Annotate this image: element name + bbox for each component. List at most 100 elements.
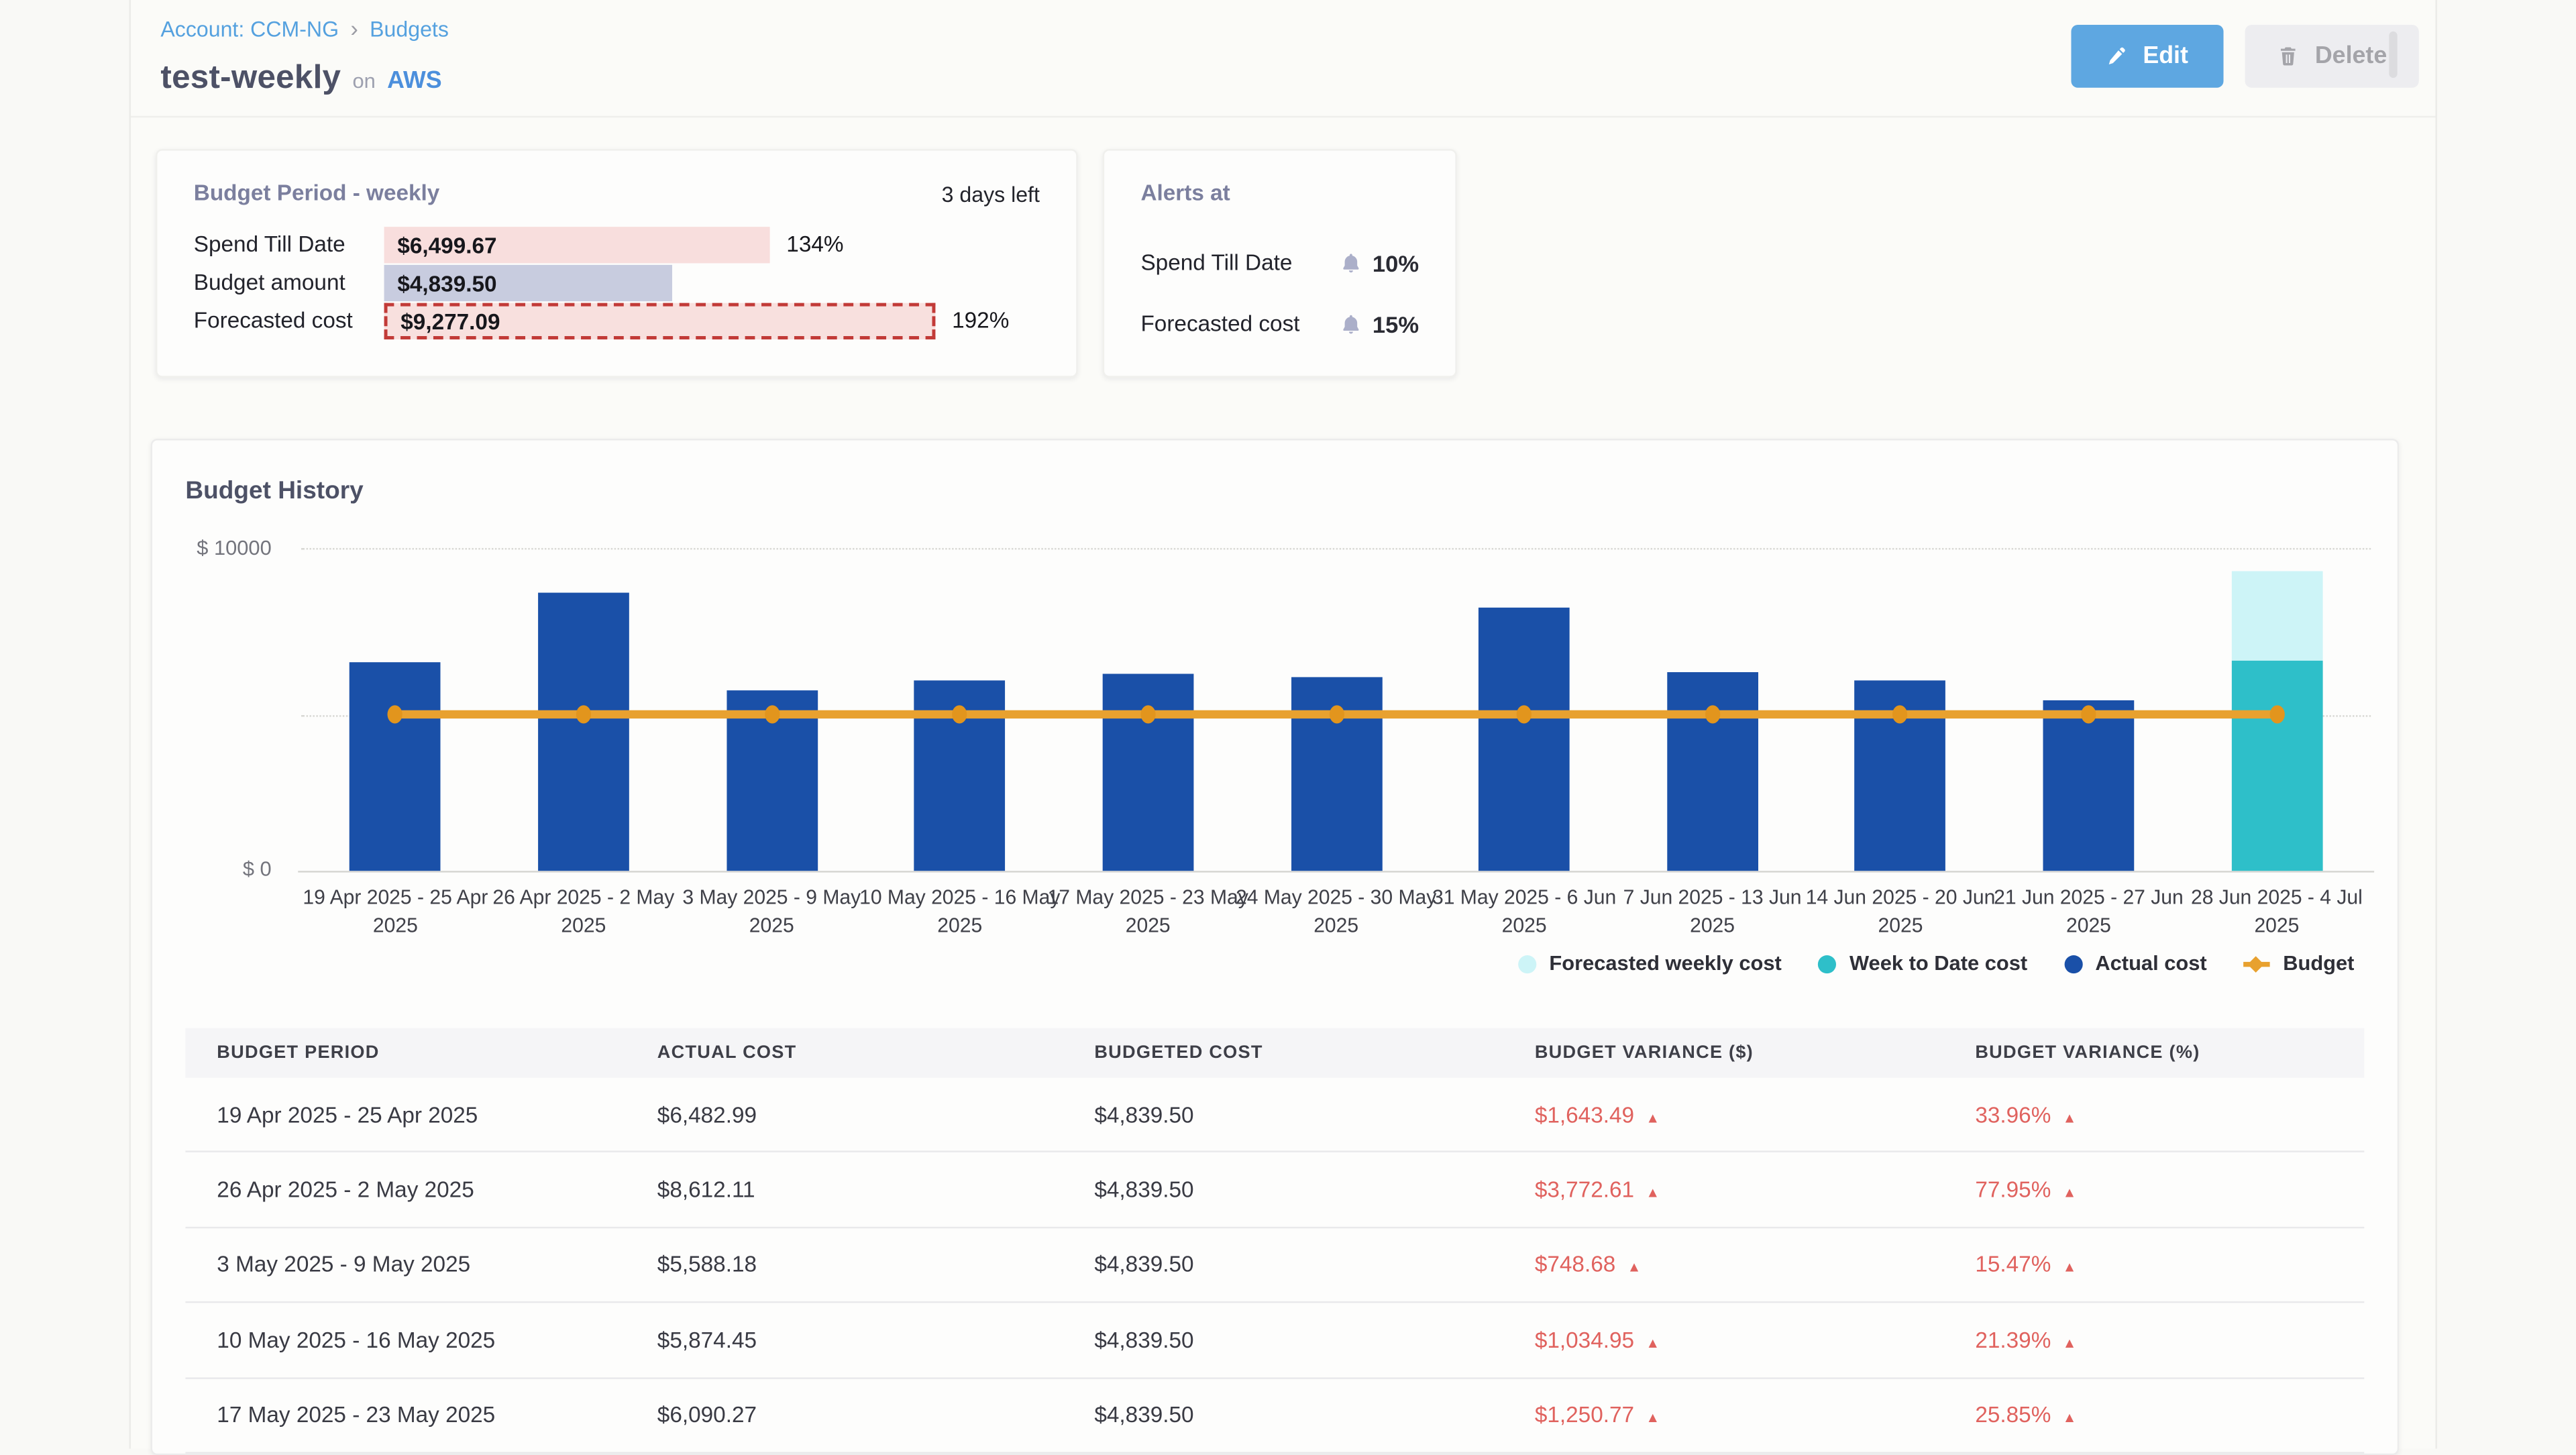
variance-up-icon: ▲ <box>1646 1409 1660 1426</box>
forecast-bar: $9,277.09 <box>384 303 936 339</box>
actual-cost-bar[interactable] <box>1667 672 1758 871</box>
actual-cost-bar[interactable] <box>538 593 629 871</box>
chart-legend: Forecasted weekly cost Week to Date cost A… <box>1518 952 2355 975</box>
budgeted-cost-cell: $4,839.50 <box>1063 1177 1503 1202</box>
cell-value: $1,643.49 <box>1535 1102 1634 1127</box>
budget-metric-label: Forecasted cost <box>194 303 353 339</box>
alert-threshold-value: 15% <box>1373 310 1419 339</box>
variance-pct-cell: 77.95%▲ <box>1943 1177 2331 1202</box>
legend-item[interactable]: Budget <box>2243 952 2355 975</box>
x-axis-label: 31 May 2025 - 6 Jun 2025 <box>1421 884 1627 940</box>
alert-metric-label: Forecasted cost <box>1140 310 1299 339</box>
breadcrumb-budgets-link[interactable]: Budgets <box>370 17 449 42</box>
days-left-label: 3 days left <box>942 182 1040 207</box>
variance-up-icon: ▲ <box>2063 1109 2077 1126</box>
week-to-date-cost-bar[interactable] <box>2231 661 2322 871</box>
cell-value: 25.85% <box>1975 1403 2051 1427</box>
edit-button[interactable]: Edit <box>2071 25 2223 88</box>
cell-value: $4,839.50 <box>1094 1102 1193 1127</box>
trash-icon <box>2277 45 2300 68</box>
cell-value: 26 Apr 2025 - 2 May 2025 <box>217 1177 474 1202</box>
variance-up-icon: ▲ <box>1646 1184 1660 1201</box>
alert-row: Forecasted cost 15% <box>1104 310 1455 339</box>
legend-label: Week to Date cost <box>1849 952 2027 975</box>
budget-history-panel: Budget History $ 10000 $ 0 19 Apr 2025 -… <box>151 439 2400 1455</box>
budgeted-cost-cell: $4,839.50 <box>1063 1403 1503 1427</box>
cell-value: 33.96% <box>1975 1102 2051 1127</box>
legend-item[interactable]: Week to Date cost <box>1818 952 2027 975</box>
table-header-cell: BUDGETED COST <box>1063 1043 1503 1063</box>
cell-value: $748.68 <box>1535 1252 1615 1277</box>
table-row: 10 May 2025 - 16 May 2025$5,874.45$4,839… <box>185 1303 2364 1379</box>
alert-metric-label: Spend Till Date <box>1140 248 1292 278</box>
actual-cost-cell: $8,612.11 <box>626 1177 1063 1202</box>
actual-cost-bar[interactable] <box>350 661 441 871</box>
budget-metric-value: $4,839.50 <box>384 271 497 296</box>
edit-button-label: Edit <box>2143 43 2188 69</box>
x-axis-label: 21 Jun 2025 - 27 Jun 2025 <box>1986 884 2191 940</box>
table-header-cell: ACTUAL COST <box>626 1043 1063 1063</box>
budget-period-cell: 19 Apr 2025 - 25 Apr 2025 <box>185 1102 625 1127</box>
variance-pct-cell: 33.96% ▲ <box>1943 1102 2331 1127</box>
variance-up-icon: ▲ <box>1627 1259 1642 1276</box>
x-axis-label: 19 Apr 2025 - 25 Apr 2025 <box>292 884 498 940</box>
x-axis-label: 17 May 2025 - 23 May 2025 <box>1045 884 1250 940</box>
variance-up-icon: ▲ <box>2063 1184 2077 1201</box>
budget-line-marker[interactable] <box>576 706 591 724</box>
cell-value: $4,839.50 <box>1094 1252 1193 1277</box>
cell-value: $4,839.50 <box>1094 1403 1193 1427</box>
budget-period-cell: 26 Apr 2025 - 2 May 2025 <box>185 1177 625 1202</box>
breadcrumb: Account: CCM-NG › Budgets <box>160 17 448 42</box>
legend-marker-circle <box>1818 955 1836 973</box>
actual-cost-cell: $5,588.18 <box>626 1252 1063 1277</box>
budget-period-cell: 10 May 2025 - 16 May 2025 <box>185 1328 625 1352</box>
actual-cost-bar[interactable] <box>1102 674 1193 871</box>
variance-usd-cell: $1,034.95▲ <box>1503 1328 1943 1352</box>
alerts-card-title: Alerts at <box>1140 180 1230 205</box>
title-row: test-weekly on AWS <box>160 60 441 98</box>
spend-bar: $6,499.67 <box>384 227 770 263</box>
actual-cost-cell: $5,874.45 <box>626 1328 1063 1352</box>
cell-value: $6,482.99 <box>657 1102 757 1127</box>
bell-icon <box>1340 313 1363 336</box>
budget-line-marker[interactable] <box>2269 706 2284 724</box>
legend-label: Forecasted weekly cost <box>1549 952 1781 975</box>
budget-period-cell: 17 May 2025 - 23 May 2025 <box>185 1403 625 1427</box>
actual-cost-bar[interactable] <box>1479 607 1570 871</box>
page-scrollbar-thumb[interactable] <box>2389 32 2397 78</box>
cell-value: $5,588.18 <box>657 1252 757 1277</box>
x-axis-label: 28 Jun 2025 - 4 Jul 2025 <box>2174 884 2379 940</box>
alerts-card: Alerts at Spend Till Date 10% Forecasted… <box>1103 149 1457 378</box>
actual-cost-cell: $6,482.99 <box>626 1102 1063 1127</box>
legend-item[interactable]: Forecasted weekly cost <box>1518 952 1782 975</box>
page-header: Account: CCM-NG › Budgets test-weekly on… <box>131 0 2435 117</box>
bell-icon <box>1340 252 1363 275</box>
actual-cost-cell: $6,090.27 <box>626 1403 1063 1427</box>
cell-value: $4,839.50 <box>1094 1177 1193 1202</box>
variance-usd-cell: $748.68 ▲ <box>1503 1252 1943 1277</box>
budgeted-cost-cell: $4,839.50 <box>1063 1252 1503 1277</box>
breadcrumb-chevron-icon: › <box>350 18 358 40</box>
cell-value: 15.47% <box>1975 1252 2051 1277</box>
variance-usd-cell: $1,643.49▲ <box>1503 1102 1943 1127</box>
variance-usd-cell: $3,772.61▲ <box>1503 1177 1943 1202</box>
cell-value: 21.39% <box>1975 1328 2051 1352</box>
budget-metric-label: Spend Till Date <box>194 227 345 263</box>
budget-metric-percent: 192% <box>952 303 1009 339</box>
budget-line-marker[interactable] <box>1705 706 1719 724</box>
cell-value: $8,612.11 <box>657 1177 755 1202</box>
budgeted-cost-cell: $4,839.50 <box>1063 1328 1503 1352</box>
budget-metric-value: $9,277.09 <box>388 309 500 333</box>
budget-line-marker[interactable] <box>1140 706 1155 724</box>
x-axis-label: 3 May 2025 - 9 May 2025 <box>669 884 874 940</box>
x-axis-label: 10 May 2025 - 16 May 2025 <box>857 884 1063 940</box>
cell-value: $6,090.27 <box>657 1403 757 1427</box>
legend-item[interactable]: Actual cost <box>2063 952 2206 975</box>
breadcrumb-account-link[interactable]: Account: CCM-NG <box>160 17 339 42</box>
budget-metric-value: $6,499.67 <box>384 233 497 258</box>
actual-cost-bar[interactable] <box>2043 700 2135 871</box>
forecasted-weekly-cost-bar[interactable] <box>2231 572 2322 661</box>
cell-value: 19 Apr 2025 - 25 Apr 2025 <box>217 1102 478 1127</box>
table-row: 19 Apr 2025 - 25 Apr 2025 $6,482.99 $4,839… <box>185 1078 2364 1153</box>
table-row: 3 May 2025 - 9 May 2025$5,588.18$4,839.5… <box>185 1228 2364 1303</box>
